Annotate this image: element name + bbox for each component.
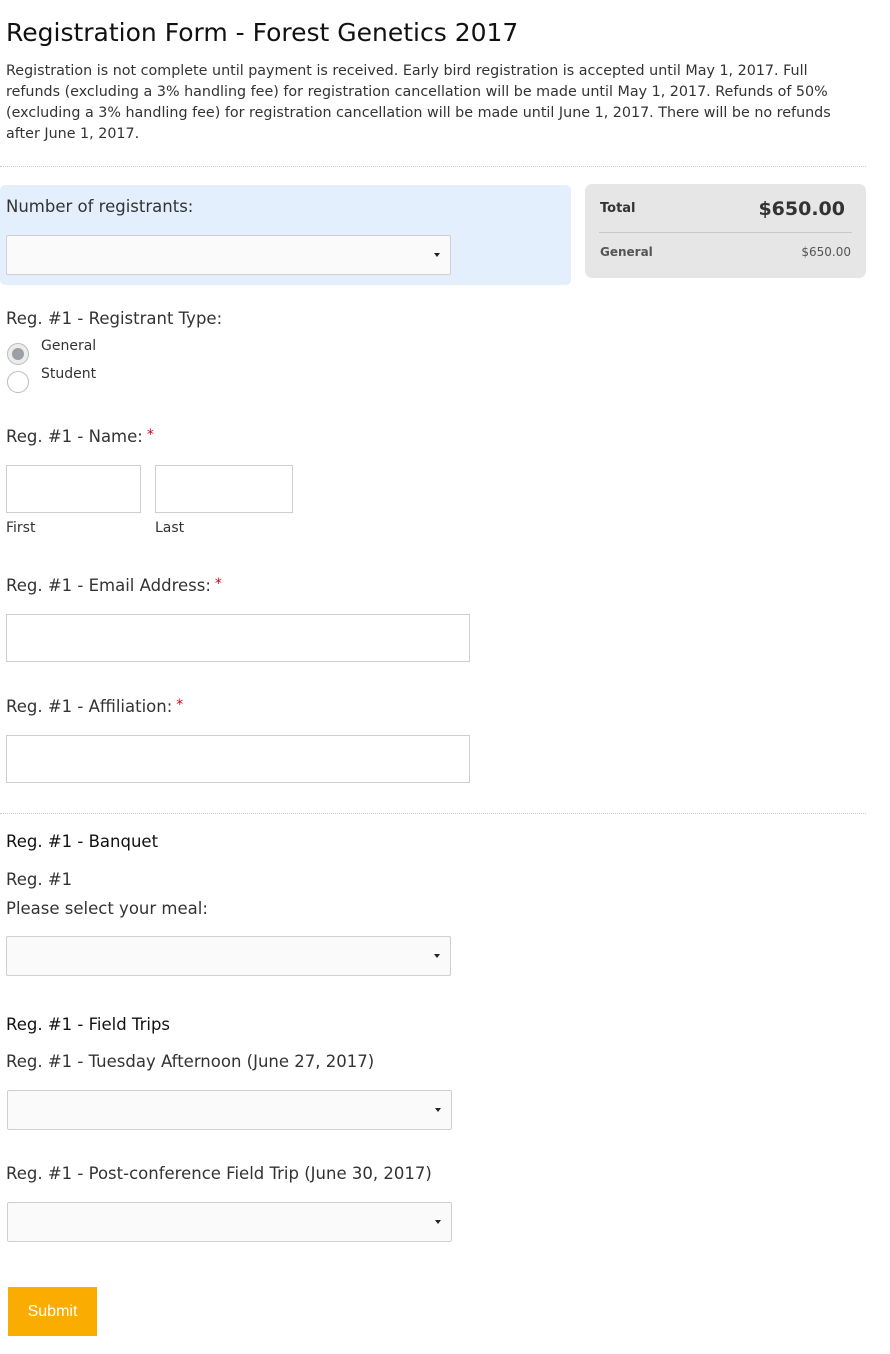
last-name-sublabel: Last [155,520,185,536]
name-label: Reg. #1 - Name: * [6,427,154,446]
email-field[interactable] [6,614,470,662]
registration-notice: Registration is not complete until payme… [6,63,831,142]
meal-select[interactable] [6,936,451,976]
page-title: Registration Form - Forest Genetics 2017 [6,18,519,47]
post-conference-trip-select[interactable] [7,1202,452,1242]
chevron-down-icon [435,1220,441,1224]
affiliation-field[interactable] [6,735,470,783]
registrant-type-label: Reg. #1 - Registrant Type: [6,309,223,328]
first-name-sublabel: First [6,520,36,536]
required-mark: * [214,576,222,592]
required-mark: * [146,427,154,443]
divider [0,813,866,814]
field-trips-heading: Reg. #1 - Field Trips [6,1015,171,1034]
affiliation-label-text: Reg. #1 - Affiliation: [6,697,173,716]
tuesday-trip-label: Reg. #1 - Tuesday Afternoon (June 27, 20… [6,1052,375,1071]
summary-divider [599,232,852,233]
registrants-select[interactable] [6,235,451,275]
first-name-input[interactable] [6,465,141,513]
email-label: Reg. #1 - Email Address: * [6,576,222,595]
registrants-label: Number of registrants: [6,197,194,216]
affiliation-label: Reg. #1 - Affiliation: * [6,697,183,716]
summary-line-value: $650.00 [801,245,851,259]
radio-student[interactable] [7,371,29,393]
radio-dot [12,348,24,360]
banquet-reg-line: Reg. #1 [6,870,73,889]
total-label: Total [600,201,636,216]
post-conference-trip-label: Reg. #1 - Post-conference Field Trip (Ju… [6,1164,432,1183]
name-label-text: Reg. #1 - Name: [6,427,143,446]
tuesday-trip-select[interactable] [7,1090,452,1130]
total-value: $650.00 [758,198,845,220]
required-mark: * [176,697,184,713]
divider [0,166,866,167]
meal-label: Please select your meal: [6,899,208,918]
radio-general-label[interactable]: General [41,338,96,354]
email-label-text: Reg. #1 - Email Address: [6,576,211,595]
banquet-heading: Reg. #1 - Banquet [6,832,159,851]
chevron-down-icon [434,253,440,257]
radio-student-label[interactable]: Student [41,366,96,382]
chevron-down-icon [435,1108,441,1112]
submit-button[interactable]: Submit [8,1287,97,1336]
radio-general[interactable] [7,343,29,365]
last-name-input[interactable] [155,465,293,513]
chevron-down-icon [434,954,440,958]
summary-line-label: General [600,245,653,259]
